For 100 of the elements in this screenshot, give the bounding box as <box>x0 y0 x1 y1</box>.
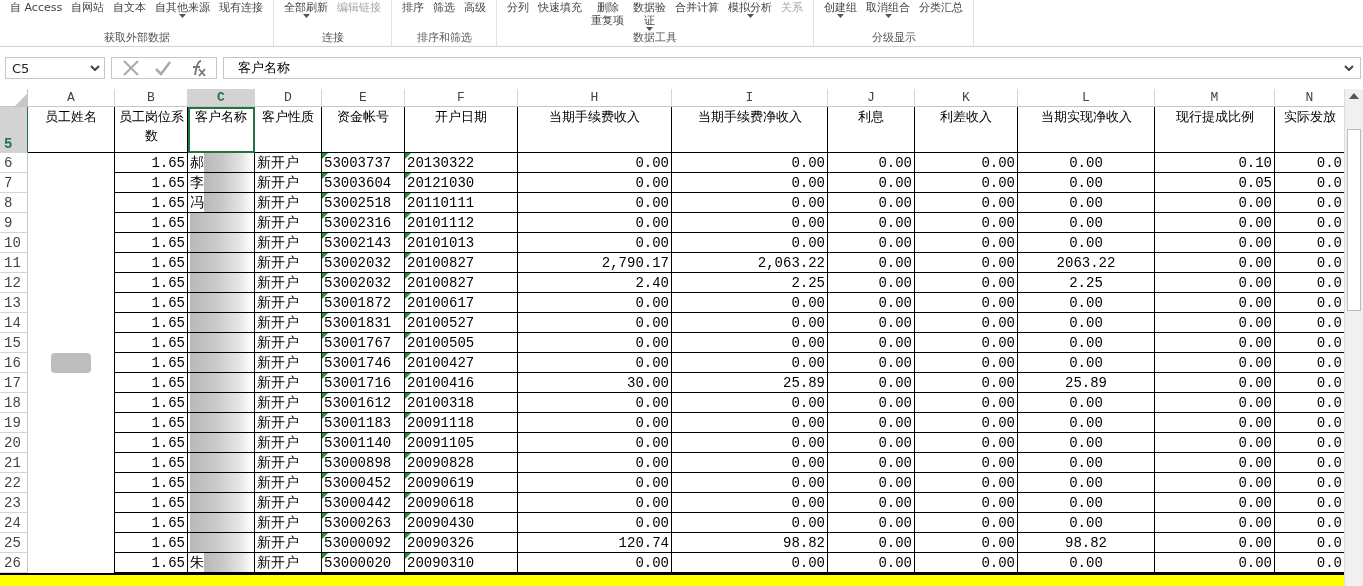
table-cell: 0.00 <box>915 413 1018 433</box>
row-header[interactable]: 26 <box>0 553 28 573</box>
table-cell: 0.00 <box>828 173 915 193</box>
ribbon-command[interactable]: 创建组 <box>824 1 858 18</box>
table-cell: 53003604 <box>322 173 405 193</box>
column-header[interactable]: L <box>1018 89 1155 107</box>
table-cell: 53001183 <box>322 413 405 433</box>
column-header[interactable]: B <box>115 89 188 107</box>
caret-icon <box>90 65 100 71</box>
ribbon-command[interactable]: 取消组合 <box>866 1 911 18</box>
table-cell: 新开户 <box>255 493 322 513</box>
table-cell: 0.00 <box>915 293 1018 313</box>
redaction-mask <box>190 333 252 352</box>
table-cell: 新开户 <box>255 253 322 273</box>
column-header[interactable]: H <box>518 89 672 107</box>
header-cell: 资金帐号 <box>322 107 405 153</box>
ribbon-command[interactable]: 删除 重复项 <box>591 1 625 27</box>
row-header[interactable]: 12 <box>0 273 28 293</box>
ribbon-command[interactable]: 筛选 <box>433 1 456 14</box>
table-cell: 0.00 <box>915 393 1018 413</box>
table-cell: 0.00 <box>1155 473 1275 493</box>
header-cell: 客户性质 <box>255 107 322 153</box>
row-header[interactable]: 5 <box>0 107 28 153</box>
redaction-mask <box>204 193 252 212</box>
ribbon-command[interactable]: 高级 <box>464 1 487 14</box>
column-header[interactable]: K <box>915 89 1018 107</box>
column-header[interactable]: F <box>405 89 518 107</box>
ribbon-command[interactable]: 数据验 证 <box>633 1 667 31</box>
ribbon-command[interactable]: 自文本 <box>113 1 147 14</box>
ribbon-command[interactable]: 自 Access <box>10 1 63 14</box>
row-header[interactable]: 10 <box>0 233 28 253</box>
row-header[interactable]: 15 <box>0 333 28 353</box>
table-cell: 0.00 <box>915 313 1018 333</box>
row-header[interactable]: 21 <box>0 453 28 473</box>
check-icon[interactable] <box>154 59 172 77</box>
table-cell: 0.00 <box>1018 293 1155 313</box>
row-header[interactable]: 23 <box>0 493 28 513</box>
row-header[interactable]: 17 <box>0 373 28 393</box>
scrollbar-thumb[interactable] <box>1347 129 1361 311</box>
redaction-mask <box>190 273 252 292</box>
table-cell: 53003737 <box>322 153 405 173</box>
group-label: 获取外部数据 <box>102 31 171 44</box>
ribbon-command[interactable]: 自其他来源 <box>155 1 211 18</box>
row-header[interactable]: 13 <box>0 293 28 313</box>
header-cell: 员工姓名 <box>28 107 115 153</box>
redaction-mask <box>190 533 252 552</box>
row-header[interactable]: 11 <box>0 253 28 273</box>
ribbon-command[interactable]: 现有连接 <box>219 1 264 14</box>
ribbon-command[interactable]: 全部刷新 <box>284 1 329 18</box>
table-cell: 新开户 <box>255 333 322 353</box>
table-cell: 0.00 <box>672 353 828 373</box>
table-cell: 2.40 <box>518 273 672 293</box>
column-header[interactable]: J <box>828 89 915 107</box>
table-cell-text: 朱 <box>190 554 204 572</box>
formula-field[interactable]: 客户名称 <box>223 57 1361 79</box>
row-header[interactable]: 6 <box>0 153 28 173</box>
row-header[interactable]: 14 <box>0 313 28 333</box>
table-cell: 1.65 <box>115 453 188 473</box>
column-header[interactable]: D <box>255 89 322 107</box>
cancel-icon[interactable] <box>122 59 140 77</box>
scroll-up-icon[interactable] <box>1349 93 1359 99</box>
column-header[interactable]: M <box>1155 89 1275 107</box>
ribbon-command[interactable]: 排序 <box>402 1 425 14</box>
row-header[interactable]: 9 <box>0 213 28 233</box>
group-label: 分级显示 <box>870 31 917 44</box>
ribbon-command[interactable]: 合并计算 <box>675 1 720 14</box>
table-cell-text: 冯 <box>190 194 204 212</box>
column-header[interactable]: I <box>672 89 828 107</box>
row-header[interactable]: 19 <box>0 413 28 433</box>
ribbon-command[interactable]: 自网站 <box>71 1 105 14</box>
table-cell: 新开户 <box>255 193 322 213</box>
group-label: 数据工具 <box>632 31 679 44</box>
row-header[interactable]: 7 <box>0 173 28 193</box>
row-header[interactable]: 25 <box>0 533 28 553</box>
row-header[interactable]: 18 <box>0 393 28 413</box>
row-header[interactable]: 8 <box>0 193 28 213</box>
ribbon-command[interactable]: 模拟分析 <box>728 1 773 18</box>
row-header[interactable]: 24 <box>0 513 28 533</box>
table-cell: 1.65 <box>115 233 188 253</box>
row-header[interactable]: 16 <box>0 353 28 373</box>
table-cell: 0.10 <box>1155 153 1275 173</box>
table-cell: 0.00 <box>1018 313 1155 333</box>
table-cell: 0.00 <box>1018 493 1155 513</box>
row-header[interactable]: 20 <box>0 433 28 453</box>
table-cell: 20100617 <box>405 293 518 313</box>
table-cell: 0.00 <box>915 473 1018 493</box>
column-header[interactable]: E <box>322 89 405 107</box>
row-header[interactable]: 22 <box>0 473 28 493</box>
table-cell: 20100827 <box>405 253 518 273</box>
name-box[interactable]: C5 <box>5 57 105 79</box>
column-header[interactable]: A <box>28 89 115 107</box>
table-cell: 0.00 <box>828 353 915 373</box>
column-header[interactable]: N <box>1275 89 1344 107</box>
ribbon-command[interactable]: 快速填充 <box>538 1 583 14</box>
column-header[interactable]: C <box>188 89 255 107</box>
table-cell: 53002518 <box>322 193 405 213</box>
table-cell: 53000452 <box>322 473 405 493</box>
ribbon-command[interactable]: 分类汇总 <box>919 1 964 14</box>
table-cell: 新开户 <box>255 453 322 473</box>
ribbon-command[interactable]: 分列 <box>507 1 530 14</box>
